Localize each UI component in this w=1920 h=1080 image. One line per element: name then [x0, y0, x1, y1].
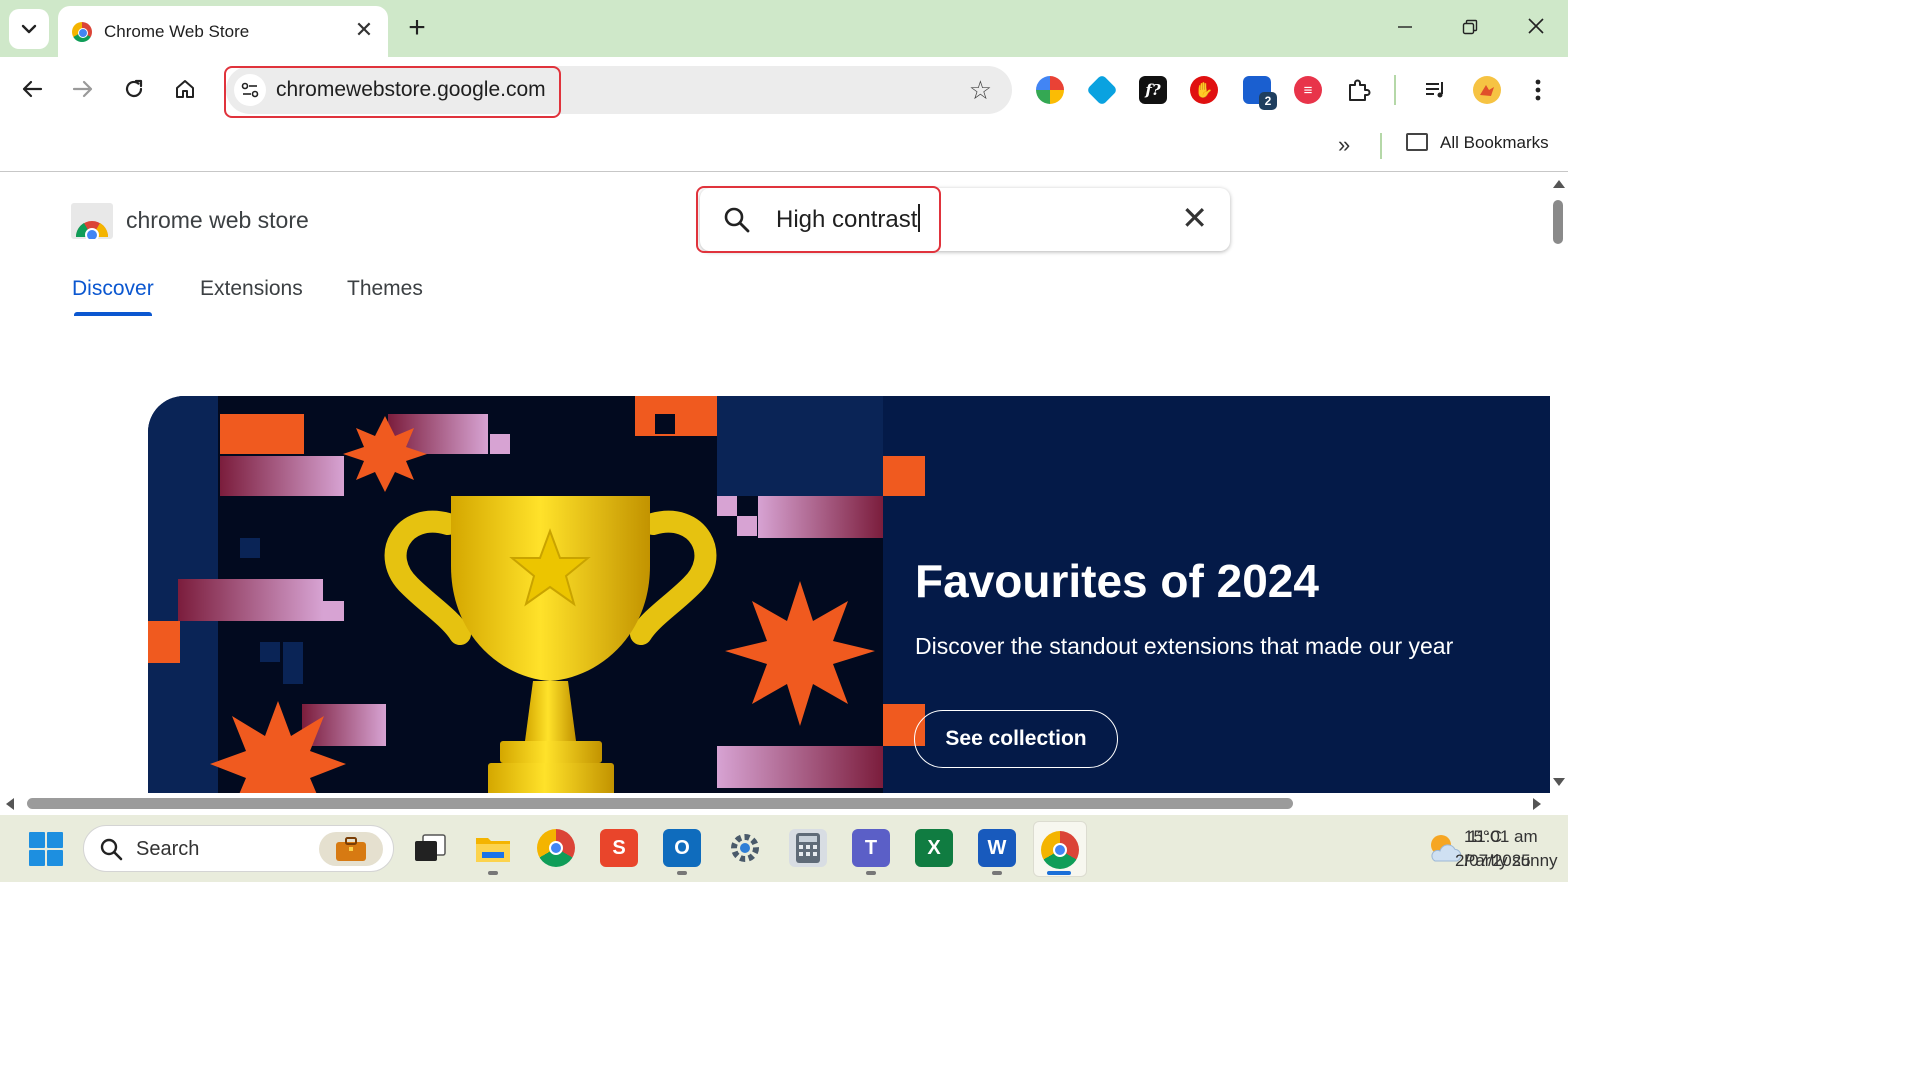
scroll-down-arrow-icon[interactable] [1551, 776, 1567, 788]
hero-banner[interactable]: Favourites of 2024 Discover the standout… [148, 396, 1550, 793]
reload-button[interactable] [116, 71, 152, 107]
scroll-up-arrow-icon[interactable] [1551, 178, 1567, 190]
hero-title: Favourites of 2024 [915, 555, 1319, 607]
restore-icon [1462, 19, 1478, 35]
taskbar-search-label: Search [136, 838, 200, 860]
scroll-right-arrow-icon[interactable] [1531, 796, 1543, 812]
forward-button[interactable] [65, 71, 101, 107]
media-control-icon[interactable] [1422, 76, 1450, 104]
file-explorer-icon[interactable] [474, 829, 512, 867]
active-tab-indicator [74, 312, 152, 316]
running-indicator [677, 871, 687, 875]
extension-colorful-icon[interactable] [1036, 76, 1064, 104]
scroll-left-arrow-icon[interactable] [4, 796, 16, 812]
extension-blue-diamond-icon[interactable] [1086, 74, 1118, 106]
tab-extensions[interactable]: Extensions [200, 277, 303, 301]
all-bookmarks-link[interactable]: All Bookmarks [1440, 133, 1549, 153]
clock-time[interactable]: 11:01 am [1468, 827, 1538, 847]
extension-red-circle-icon[interactable]: ≡ [1294, 76, 1322, 104]
bookmarks-bar: » All Bookmarks [0, 123, 1568, 172]
tab-themes[interactable]: Themes [347, 277, 423, 301]
excel-icon[interactable]: X [915, 829, 953, 867]
task-view-icon[interactable] [411, 829, 449, 867]
bookmark-star-icon[interactable]: ☆ [969, 75, 992, 106]
vertical-scroll-thumb[interactable] [1553, 200, 1563, 244]
browser-tab-active[interactable]: Chrome Web Store ✕ [58, 6, 388, 57]
taskbar-search-icon [100, 838, 123, 861]
search-highlight-box [696, 186, 941, 253]
minimize-icon [1398, 26, 1412, 28]
restore-button[interactable] [1452, 12, 1488, 46]
back-icon [22, 80, 43, 98]
new-tab-button[interactable]: + [400, 12, 434, 46]
taskbar-search-box[interactable]: Search [83, 825, 394, 872]
settings-gear-icon[interactable] [726, 829, 764, 867]
reload-icon [125, 79, 143, 98]
tab-discover[interactable]: Discover [72, 277, 154, 301]
tab-search-icon [21, 24, 37, 34]
store-name[interactable]: chrome web store [126, 207, 309, 234]
url-highlight-box [224, 66, 561, 118]
extension-badge-icon[interactable]: 2 [1243, 76, 1277, 110]
chrome-profile-icon[interactable] [1041, 831, 1079, 869]
see-collection-button[interactable]: See collection [914, 710, 1118, 768]
windows-start-icon[interactable] [28, 831, 64, 867]
word-icon[interactable]: W [978, 829, 1016, 867]
kebab-menu-icon[interactable] [1524, 76, 1552, 104]
chrome-web-store-logo-icon [71, 203, 113, 239]
tab-strip: Chrome Web Store ✕ + [0, 0, 1568, 57]
bookmarks-separator [1380, 133, 1382, 159]
extension-adblock-icon[interactable]: ✋ [1190, 76, 1218, 104]
back-button[interactable] [14, 71, 50, 107]
forward-icon [72, 80, 93, 98]
toolbar-separator [1394, 75, 1396, 105]
hero-subtitle: Discover the standout extensions that ma… [915, 633, 1454, 659]
tab-title: Chrome Web Store [104, 21, 250, 41]
folder-icon [1406, 133, 1428, 151]
clock-date[interactable]: 2/07/2025 [1455, 851, 1531, 871]
close-window-button[interactable] [1518, 12, 1554, 46]
active-app-indicator [1047, 871, 1071, 875]
extension-formula-icon[interactable]: f? [1139, 76, 1167, 104]
outlook-icon[interactable]: O [663, 829, 701, 867]
running-indicator [488, 871, 498, 875]
search-highlight-briefcase-icon[interactable] [319, 832, 383, 866]
bookmarks-overflow-chevron-icon[interactable]: » [1338, 132, 1350, 158]
trophy-illustration [148, 396, 925, 793]
running-indicator [866, 871, 876, 875]
extension-badge-count: 2 [1259, 92, 1277, 110]
extensions-puzzle-icon[interactable] [1345, 76, 1373, 104]
home-button[interactable] [167, 71, 203, 107]
clear-icon[interactable]: ✕ [1181, 202, 1208, 234]
web-page: chrome web store High contrast ✕ Discove… [0, 173, 1550, 793]
chrome-icon[interactable] [537, 829, 575, 867]
close-icon [1528, 18, 1544, 34]
calculator-icon[interactable] [789, 829, 827, 867]
horizontal-scrollbar[interactable] [0, 793, 1550, 815]
app-s-icon[interactable]: S [600, 829, 638, 867]
teams-icon[interactable]: T [852, 829, 890, 867]
horizontal-scroll-thumb[interactable] [27, 798, 1293, 809]
minimize-button[interactable] [1387, 12, 1423, 46]
chrome-web-store-favicon-icon [72, 21, 92, 42]
vertical-scrollbar[interactable] [1550, 173, 1568, 793]
profile-avatar[interactable] [1473, 76, 1501, 104]
running-indicator [992, 871, 1002, 875]
tab-close-button[interactable]: ✕ [352, 19, 376, 43]
tab-search-button[interactable] [9, 9, 49, 49]
windows-taskbar: Search S O T X W 15°C 11:01 am Partly su… [0, 815, 1568, 882]
home-icon [176, 80, 194, 98]
